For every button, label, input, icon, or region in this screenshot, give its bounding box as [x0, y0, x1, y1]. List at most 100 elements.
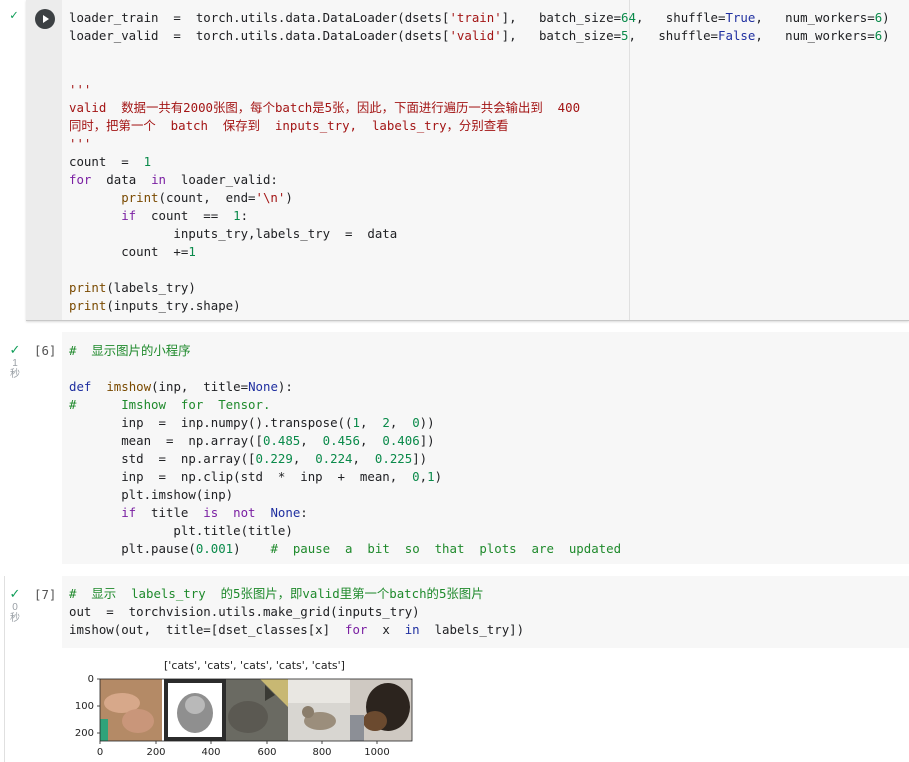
code-token: in: [404, 622, 420, 637]
code-line: # 显示 labels_try 的5张图片，即valid里第一个batch的5张…: [69, 585, 524, 603]
code-line: def imshow(inp, title=None):: [69, 378, 621, 396]
code-token: , num_workers=: [755, 28, 875, 43]
code-line: inp = inp.numpy().transpose((1, 2, 0)): [69, 414, 621, 432]
play-icon: [43, 15, 49, 23]
code-token: loader_train = torch.utils.data.DataLoad…: [69, 10, 450, 25]
code-token: ,: [359, 433, 383, 448]
code-line: # 显示图片的小程序: [69, 342, 621, 360]
code-line: loader_valid = torch.utils.data.DataLoad…: [69, 27, 890, 45]
code-cell-3[interactable]: # 显示 labels_try 的5张图片，即valid里第一个batch的5张…: [62, 576, 909, 648]
y-tick-label: 0: [88, 674, 94, 685]
code-editor-2[interactable]: # 显示图片的小程序 def imshow(inp, title=None): # …: [69, 342, 621, 558]
code-token: 0.406: [382, 433, 420, 448]
code-token: None: [248, 379, 278, 394]
code-token: not: [233, 505, 256, 520]
code-token: plt.title(title): [69, 523, 293, 538]
code-token: 0.229: [255, 451, 293, 466]
x-axis: [99, 741, 378, 744]
code-line: loader_train = torch.utils.data.DataLoad…: [69, 9, 890, 27]
code-line: count +=1: [69, 243, 890, 261]
code-token: ,: [300, 433, 323, 448]
code-token: imshow(out, title=[dset_classes[x]: [69, 622, 346, 637]
code-token: print: [121, 190, 159, 205]
code-token: if: [121, 505, 137, 520]
x-tick-label: 200: [146, 747, 165, 758]
code-token: )): [419, 415, 435, 430]
code-line: imshow(out, title=[dset_classes[x] for x…: [69, 621, 524, 639]
code-token: 同时，把第一个 batch 保存到 inputs_try, labels_try…: [69, 118, 509, 133]
code-token: , num_workers=: [755, 10, 875, 25]
code-editor-1[interactable]: loader_train = torch.utils.data.DataLoad…: [69, 9, 890, 315]
cell-2-status: ✓ 1 秒: [8, 342, 22, 380]
check-icon: ✓: [9, 342, 21, 357]
code-line: # Imshow for Tensor.: [69, 396, 621, 414]
code-token: in: [151, 172, 166, 187]
code-token: ,: [419, 469, 428, 484]
code-line: plt.pause(0.001) # pause a bit so that p…: [69, 540, 621, 558]
code-token: 1: [188, 244, 196, 259]
code-line: inp = np.clip(std * inp + mean, 0,1): [69, 468, 621, 486]
code-token: 0.485: [262, 433, 301, 448]
exec-unit: 秒: [10, 613, 20, 624]
code-token: for: [69, 172, 92, 187]
code-token: valid 数据一共有2000张图，每个batch是5张，因此，下面进行遍历一共…: [69, 100, 581, 115]
code-token: ''': [69, 82, 92, 97]
code-token: 1: [352, 415, 360, 430]
run-button[interactable]: [35, 9, 55, 29]
code-line: valid 数据一共有2000张图，每个batch是5张，因此，下面进行遍历一共…: [69, 99, 890, 117]
code-line: inputs_try,labels_try = data: [69, 225, 890, 243]
code-token: 0.224: [315, 451, 353, 466]
x-tick-label: 400: [201, 747, 220, 758]
exec-time: 1: [12, 358, 18, 369]
code-line: if count == 1:: [69, 207, 890, 225]
code-line: std = np.array([0.229, 0.224, 0.225]): [69, 450, 621, 468]
code-cell-2[interactable]: # 显示图片的小程序 def imshow(inp, title=None): # …: [62, 332, 909, 564]
code-token: True: [725, 10, 756, 25]
code-token: x: [367, 622, 405, 637]
code-token: data: [91, 172, 152, 187]
code-token: ): [434, 469, 443, 484]
code-token: ): [233, 541, 271, 556]
code-token: if: [121, 208, 137, 223]
code-cell-1[interactable]: loader_train = torch.utils.data.DataLoad…: [26, 0, 909, 321]
cell-3-status: ✓ 0 秒: [8, 586, 22, 624]
y-tick-label: 100: [75, 701, 94, 712]
output-area: ['cats', 'cats', 'cats', 'cats', 'cats']: [60, 655, 440, 762]
code-token: , shuffle=: [635, 10, 726, 25]
code-token: # Imshow for Tensor.: [69, 397, 271, 412]
code-token: labels_try]): [419, 622, 525, 637]
code-token: 0.456: [322, 433, 360, 448]
code-token: ''': [69, 136, 92, 151]
code-token: , shuffle=: [628, 28, 719, 43]
code-token: 0: [412, 469, 420, 484]
code-token: False: [718, 28, 756, 43]
code-line: count = 1: [69, 153, 890, 171]
code-token: ): [285, 190, 293, 205]
code-token: plt.imshow(inp): [69, 487, 234, 502]
code-token: # 显示图片的小程序: [69, 343, 191, 358]
code-token: mean = np.array([: [69, 433, 263, 448]
code-token: ,: [359, 415, 383, 430]
code-token: 1: [427, 469, 435, 484]
image-grid-plot: 0 100 200 0 200 400 600 800 1000: [75, 674, 413, 758]
code-token: std = np.array([: [69, 451, 256, 466]
output-gutter-line: [4, 576, 5, 762]
code-token: None: [270, 505, 301, 520]
code-editor-3[interactable]: # 显示 labels_try 的5张图片，即valid里第一个batch的5张…: [69, 585, 524, 639]
code-token: plt.pause(: [69, 541, 196, 556]
code-token: ): [882, 28, 890, 43]
y-tick-label: 200: [75, 728, 94, 739]
code-token: ]): [412, 451, 428, 466]
code-token: '\n': [255, 190, 286, 205]
code-line: print(labels_try): [69, 279, 890, 297]
code-token: 'valid': [449, 28, 502, 43]
code-token: count +=: [69, 244, 189, 259]
